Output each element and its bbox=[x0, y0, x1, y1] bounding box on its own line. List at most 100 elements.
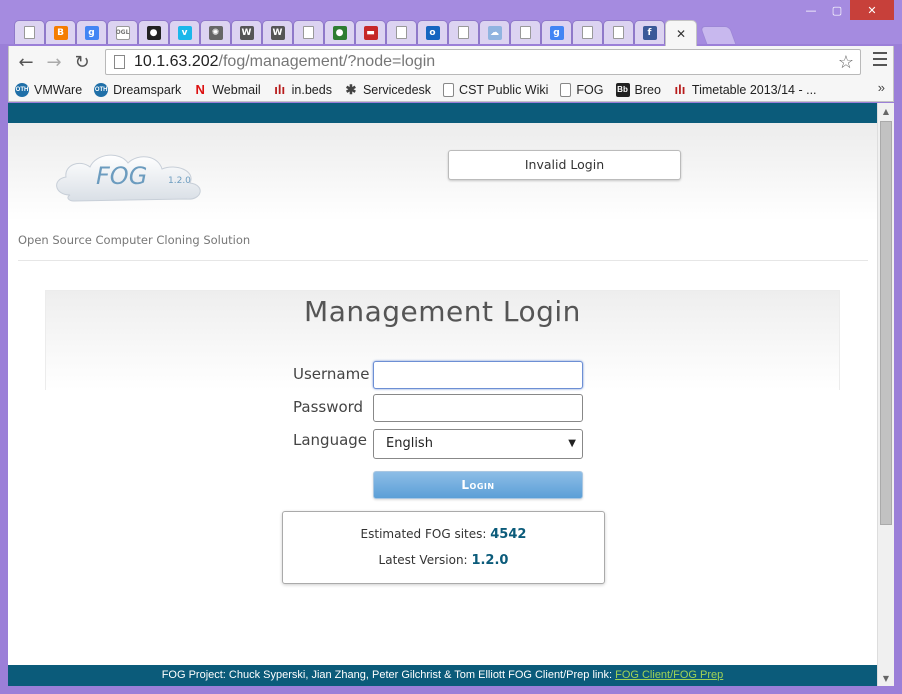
bookmark-item[interactable]: CST Public Wiki bbox=[443, 82, 549, 97]
wikipedia-icon: W bbox=[270, 25, 285, 40]
tab-doc[interactable] bbox=[448, 20, 479, 44]
bookmark-item[interactable]: Bb Breo bbox=[615, 82, 661, 97]
ogl-icon: OGL bbox=[115, 25, 130, 40]
menu-icon[interactable] bbox=[873, 52, 887, 68]
google-icon: g bbox=[549, 25, 564, 40]
scroll-down-icon[interactable]: ▼ bbox=[878, 670, 894, 686]
doc-icon bbox=[303, 26, 314, 39]
tab-google[interactable]: g bbox=[76, 20, 107, 44]
close-tab-icon[interactable]: ✕ bbox=[676, 27, 686, 41]
address-bar[interactable]: 10.1.63.202/fog/management/?node=login ☆ bbox=[105, 49, 861, 75]
wikipedia-icon: W bbox=[239, 25, 254, 40]
tab-strip: Bg OGL ● v ✺ W W ● ▬ o ☁ g f ✕ bbox=[14, 20, 737, 46]
tagline: Open Source Computer Cloning Solution bbox=[18, 233, 251, 247]
tab-doc[interactable] bbox=[572, 20, 603, 44]
page-icon bbox=[114, 55, 125, 69]
url-host: 10.1.63.202 bbox=[134, 53, 219, 70]
tab-outlook[interactable]: o bbox=[417, 20, 448, 44]
bookmarks-bar: OTH VMWare OTH Dreamspark N Webmail ılı in.beds… bbox=[8, 78, 894, 102]
login-button[interactable]: Login bbox=[373, 471, 583, 499]
stats-version: Latest Version: 1.2.0 bbox=[283, 553, 604, 568]
browser-toolbar: ← → ↻ 10.1.63.202/fog/management/?node=l… bbox=[8, 46, 894, 78]
tab-github[interactable]: ● bbox=[138, 20, 169, 44]
bb-icon: Bb bbox=[615, 82, 630, 97]
username-input[interactable] bbox=[373, 361, 583, 389]
password-label: Password bbox=[293, 398, 364, 416]
tab-google[interactable]: g bbox=[541, 20, 572, 44]
bookmark-item[interactable]: ✱ Servicedesk bbox=[344, 81, 432, 97]
back-button[interactable]: ← bbox=[15, 51, 37, 73]
password-input[interactable] bbox=[373, 394, 583, 422]
stats-version-value: 1.2.0 bbox=[471, 553, 509, 568]
doc-icon bbox=[560, 82, 572, 97]
new-tab-button[interactable] bbox=[699, 26, 737, 44]
github-icon: ● bbox=[146, 25, 161, 40]
maximize-button[interactable]: ▢ bbox=[824, 0, 850, 20]
window-controls: — ▢ ✕ bbox=[798, 0, 894, 20]
tab-ikea[interactable]: ▬ bbox=[355, 20, 386, 44]
bookmark-star-icon[interactable]: ☆ bbox=[838, 50, 854, 74]
vimeo-icon: v bbox=[177, 25, 192, 40]
footer-link[interactable]: FOG Client/FOG Prep bbox=[615, 669, 723, 681]
doc-icon bbox=[458, 26, 469, 39]
oth-icon: OTH bbox=[15, 82, 29, 97]
bookmark-item[interactable]: ılı in.beds bbox=[273, 82, 332, 97]
tab-gear[interactable]: ✺ bbox=[200, 20, 231, 44]
page-scrollbar[interactable]: ▲ ▼ bbox=[877, 103, 894, 686]
page-top-bar bbox=[8, 103, 877, 123]
doc-icon bbox=[582, 26, 593, 39]
minimize-button[interactable]: — bbox=[798, 0, 824, 20]
tab-blogger[interactable]: B bbox=[45, 20, 76, 44]
language-value: English bbox=[386, 436, 433, 451]
page-header: FOG 1.2.0 Invalid Login Open Source Comp… bbox=[8, 123, 877, 263]
blogger-icon: B bbox=[53, 25, 68, 40]
google-icon: g bbox=[84, 25, 99, 40]
tab-facebook[interactable]: f bbox=[634, 20, 665, 44]
bookmarks-overflow-icon[interactable]: » bbox=[878, 80, 885, 95]
forward-button[interactable]: → bbox=[43, 51, 65, 73]
tab-doc[interactable] bbox=[14, 20, 45, 44]
bookmark-label: Webmail bbox=[212, 82, 261, 97]
language-select[interactable]: English ▼ bbox=[373, 429, 583, 459]
bookmark-item[interactable]: OTH VMWare bbox=[15, 82, 83, 97]
header-divider bbox=[18, 260, 868, 261]
dropdown-arrow-icon: ▼ bbox=[568, 438, 576, 449]
tab-vimeo[interactable]: v bbox=[169, 20, 200, 44]
logo-version: 1.2.0 bbox=[168, 176, 191, 186]
tab-wikipedia[interactable]: W bbox=[231, 20, 262, 44]
tab-doc[interactable] bbox=[510, 20, 541, 44]
scroll-thumb[interactable] bbox=[880, 121, 892, 525]
stats-version-label: Latest Version: bbox=[378, 553, 468, 567]
tab-doc[interactable] bbox=[293, 20, 324, 44]
tab-wikipedia[interactable]: W bbox=[262, 20, 293, 44]
scroll-up-icon[interactable]: ▲ bbox=[878, 103, 894, 119]
doc-icon bbox=[520, 26, 531, 39]
reload-button[interactable]: ↻ bbox=[71, 51, 93, 73]
bookmark-item[interactable]: N Webmail bbox=[193, 82, 261, 97]
login-title: Management Login bbox=[304, 295, 581, 328]
bars-icon: ılı bbox=[674, 82, 686, 97]
oth-icon: OTH bbox=[94, 82, 109, 97]
bookmark-label: Dreamspark bbox=[113, 82, 182, 97]
bookmark-label: CST Public Wiki bbox=[459, 82, 549, 97]
outlook-icon: o bbox=[425, 25, 440, 40]
logo-text: FOG bbox=[96, 162, 147, 190]
close-window-button[interactable]: ✕ bbox=[850, 0, 894, 20]
bookmark-label: VMWare bbox=[34, 82, 83, 97]
stats-sites-label: Estimated FOG sites: bbox=[360, 527, 487, 541]
tab-cloud[interactable]: ☁ bbox=[479, 20, 510, 44]
page-viewport: FOG 1.2.0 Invalid Login Open Source Comp… bbox=[8, 103, 877, 686]
bookmark-item[interactable]: OTH Dreamspark bbox=[94, 82, 182, 97]
cloud-icon: ☁ bbox=[487, 25, 502, 40]
tab-circle-green[interactable]: ● bbox=[324, 20, 355, 44]
tab-ogl[interactable]: OGL bbox=[107, 20, 138, 44]
tab-active[interactable]: ✕ bbox=[665, 20, 697, 46]
bookmark-item[interactable]: FOG bbox=[560, 82, 604, 97]
doc-icon bbox=[24, 26, 35, 39]
tab-doc[interactable] bbox=[386, 20, 417, 44]
bookmark-item[interactable]: ılı Timetable 2013/14 - ... bbox=[673, 82, 817, 97]
facebook-icon: f bbox=[642, 25, 657, 40]
asterisk-icon: ✱ bbox=[345, 81, 357, 97]
footer-text: FOG Project: Chuck Syperski, Jian Zhang,… bbox=[161, 669, 613, 681]
tab-doc[interactable] bbox=[603, 20, 634, 44]
